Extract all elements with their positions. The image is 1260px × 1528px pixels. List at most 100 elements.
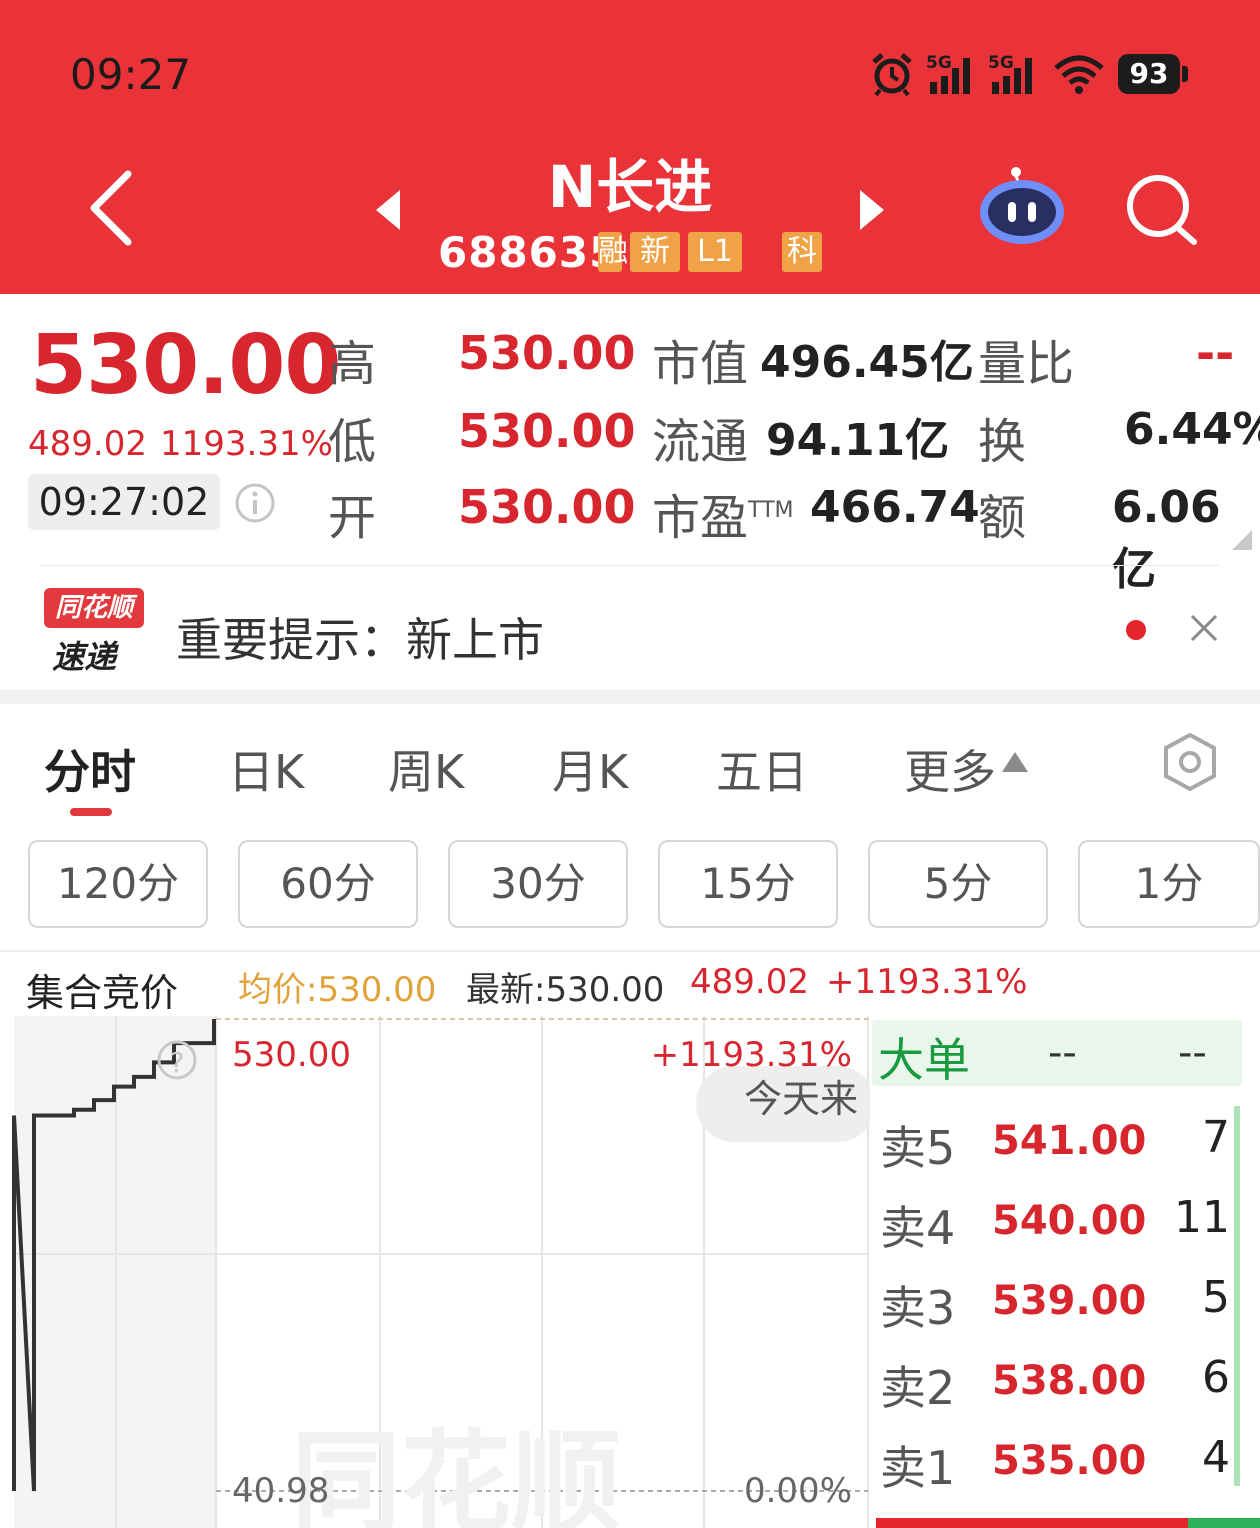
auction-title: 集合竞价 <box>26 971 179 1015</box>
ask-volume: 6 <box>1202 1352 1230 1403</box>
interval-5m-button[interactable]: 5分 <box>868 840 1048 928</box>
mcap-value: 496.45亿 <box>760 337 974 388</box>
battery-tip <box>1182 66 1188 82</box>
avg-price: 均价:530.00 <box>238 970 437 1010</box>
tag-margin: 融 <box>598 232 628 272</box>
tab-daily-k[interactable]: 日K <box>228 736 304 802</box>
ask-price: 535.00 <box>992 1438 1147 1484</box>
quote-time: 09:27:02 <box>28 474 220 530</box>
interval-60m-button[interactable]: 60分 <box>238 840 418 928</box>
ask-volume: 5 <box>1202 1272 1230 1323</box>
tab-more[interactable]: 更多 <box>904 736 1030 802</box>
chart-change: 489.02 <box>690 962 809 1002</box>
tab-weekly-k[interactable]: 周K <box>388 736 464 802</box>
mcap-label: 市值 <box>652 336 749 392</box>
interval-30m-button[interactable]: 30分 <box>448 840 628 928</box>
ask-price: 539.00 <box>992 1278 1147 1324</box>
float-label: 流通 <box>652 414 749 470</box>
prev-stock-icon[interactable] <box>372 188 404 232</box>
high-value: 530.00 <box>458 326 636 380</box>
interval-15m-button[interactable]: 15分 <box>658 840 838 928</box>
high-label: 高 <box>328 336 377 392</box>
big-order-row[interactable]: 大单 -- -- <box>872 1020 1242 1087</box>
low-label: 低 <box>328 414 377 470</box>
status-time: 09:27 <box>70 50 192 99</box>
expand-corner-icon[interactable] <box>1232 530 1252 550</box>
tab-monthly-k[interactable]: 月K <box>552 736 628 802</box>
tag-star-market: 科 <box>782 232 822 272</box>
volume-ratio-label: 量比 <box>978 336 1075 392</box>
current-price: 530.00 <box>30 318 341 413</box>
interval-120m-button[interactable]: 120分 <box>28 840 208 928</box>
overlay-text: 今天来 <box>744 1077 858 1121</box>
ths-logo-sub: 速递 <box>52 638 117 676</box>
search-icon[interactable] <box>1124 172 1200 248</box>
ask-price: 541.00 <box>992 1118 1147 1164</box>
turnover-label: 换 <box>978 414 1027 470</box>
battery-icon: 93 <box>1118 54 1180 94</box>
back-arrow-icon[interactable] <box>84 168 144 248</box>
tab-five-day[interactable]: 五日 <box>716 736 808 802</box>
ask-label: 卖2 <box>880 1361 956 1415</box>
close-icon[interactable] <box>1188 612 1220 644</box>
turnover-value: 6.44% <box>1124 404 1260 455</box>
chart-change-pct: +1193.31% <box>826 962 1028 1002</box>
price-change-pct: 1193.31% <box>160 424 333 464</box>
help-icon-glyph: ? <box>170 1046 185 1079</box>
robot-assistant-icon[interactable] <box>976 164 1068 248</box>
ask-price: 538.00 <box>992 1358 1147 1404</box>
ask-volume-bar <box>1234 1346 1240 1426</box>
tab-intraday[interactable]: 分时 <box>44 736 136 802</box>
interval-1m-button[interactable]: 1分 <box>1078 840 1260 928</box>
tag-l1: L1 <box>688 232 742 272</box>
unread-dot <box>1126 620 1146 640</box>
signal-5g-icon: 5G <box>926 53 970 94</box>
low-value: 530.00 <box>458 404 636 458</box>
ask-volume: 7 <box>1202 1112 1230 1163</box>
ask-volume-bar <box>1234 1186 1240 1266</box>
ask-row-1[interactable]: 卖1 535.00 4 <box>872 1426 1260 1506</box>
watermark: 同花顺 <box>291 1419 621 1528</box>
ask-row-4[interactable]: 卖4 540.00 11 <box>872 1186 1260 1266</box>
ask-row-5[interactable]: 卖5 541.00 7 <box>872 1106 1260 1186</box>
chart-top-pct: +1193.31% <box>651 1035 852 1075</box>
wifi-icon <box>1054 55 1104 94</box>
alarm-icon <box>872 53 912 96</box>
volume-ratio-value: -- <box>1196 326 1235 380</box>
big-order-value-2: -- <box>1178 1030 1207 1076</box>
pe-label: 市盈TTM <box>652 490 794 546</box>
ask-volume: 4 <box>1202 1432 1230 1483</box>
buy-strength-bar <box>1188 1518 1260 1528</box>
ask-volume-bar <box>1234 1426 1240 1486</box>
news-tip-strip[interactable]: 同花顺 速递 重要提示：新上市 <box>0 566 1260 690</box>
open-label: 开 <box>328 490 377 546</box>
ask-price: 540.00 <box>992 1198 1147 1244</box>
section-separator <box>0 690 1260 704</box>
ask-label: 卖3 <box>880 1281 956 1335</box>
app-header: 09:27 5G 5G 93 N长进 688635 融 新 L1 科 <box>0 0 1260 294</box>
chart-bottom-price: 40.98 <box>232 1471 329 1511</box>
svg-text:5G: 5G <box>988 53 1014 73</box>
tip-text: 重要提示：新上市 <box>176 613 544 667</box>
settings-icon[interactable] <box>1160 732 1220 792</box>
ask-row-2[interactable]: 卖2 538.00 6 <box>872 1346 1260 1426</box>
stock-name: N长进 <box>547 153 713 221</box>
pe-value: 466.74 <box>810 482 980 533</box>
ask-volume-bar <box>1234 1106 1240 1186</box>
chart-top-price: 530.00 <box>232 1035 351 1075</box>
open-value: 530.00 <box>458 480 636 534</box>
latest-price: 最新:530.00 <box>466 970 665 1010</box>
next-stock-icon[interactable] <box>856 188 888 232</box>
price-change: 489.02 <box>28 424 147 464</box>
info-icon[interactable] <box>234 482 276 524</box>
big-order-label: 大单 <box>878 1033 970 1087</box>
ask-label: 卖1 <box>880 1441 956 1495</box>
tab-active-indicator <box>70 808 112 816</box>
ask-volume: 11 <box>1174 1192 1230 1243</box>
tag-new: 新 <box>630 232 680 272</box>
order-book: 大单 -- -- 卖5 541.00 7 卖4 540.00 11 卖3 539… <box>872 1016 1260 1528</box>
amount-label: 额 <box>978 490 1027 546</box>
ask-row-3[interactable]: 卖3 539.00 5 <box>872 1266 1260 1346</box>
svg-text:5G: 5G <box>926 53 952 73</box>
intraday-chart[interactable]: 同花顺 今天来 ? 530.00 +1193.31% 40.98 0.00% <box>0 1016 870 1528</box>
